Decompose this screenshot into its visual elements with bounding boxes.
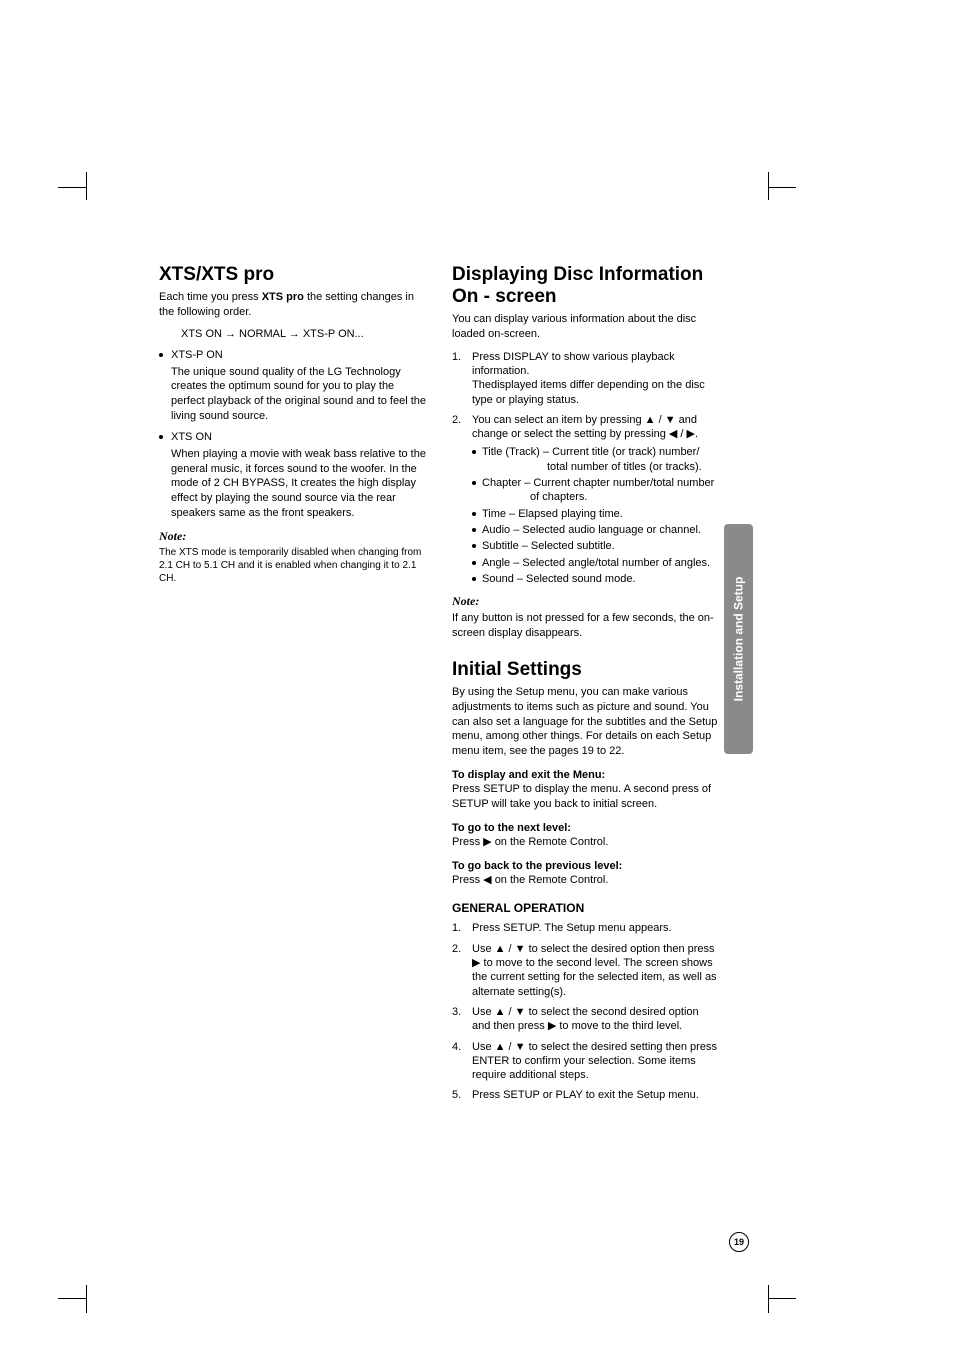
initial-settings-intro: By using the Setup menu, you can make va… bbox=[452, 685, 719, 759]
right-column: Displaying Disc Information On - screen … bbox=[452, 264, 719, 1109]
general-operation-head: GENERAL OPERATION bbox=[452, 901, 719, 915]
bullet-xts-on: XTS ON When playing a movie with weak ba… bbox=[159, 430, 426, 521]
xts-intro: Each time you press XTS pro the setting … bbox=[159, 290, 426, 320]
section-tab-label: Installation and Setup bbox=[732, 577, 746, 702]
menu-display-body: Press SETUP to display the menu. A secon… bbox=[452, 782, 719, 812]
gen-step-4: Use ▲ / ▼ to select the desired setting … bbox=[452, 1040, 719, 1083]
info-audio: Audio – Selected audio language or chann… bbox=[472, 523, 719, 537]
page-content: XTS/XTS pro Each time you press XTS pro … bbox=[159, 264, 719, 1109]
initial-settings-heading: Initial Settings bbox=[452, 659, 719, 681]
display-info-heading: Displaying Disc Information On - screen bbox=[452, 264, 719, 308]
info-subtitle: Subtitle – Selected subtitle. bbox=[472, 539, 719, 553]
display-info-steps: Press DISPLAY to show various playback i… bbox=[452, 350, 719, 586]
prev-level-body: Press ◀ on the Remote Control. bbox=[452, 873, 719, 888]
info-title: Title (Track) – Current title (or track)… bbox=[472, 445, 719, 474]
gen-step-2: Use ▲ / ▼ to select the desired option t… bbox=[452, 942, 719, 999]
info-chapter: Chapter – Current chapter number/total n… bbox=[472, 476, 719, 505]
note-body-2: If any button is not pressed for a few s… bbox=[452, 611, 719, 641]
bullet-xtsp-on: XTS-P ON The unique sound quality of the… bbox=[159, 348, 426, 424]
page-number: 19 bbox=[729, 1232, 749, 1252]
xts-heading: XTS/XTS pro bbox=[159, 264, 426, 286]
info-angle: Angle – Selected angle/total number of a… bbox=[472, 556, 719, 570]
section-tab: Installation and Setup bbox=[724, 524, 753, 754]
step-1: Press DISPLAY to show various playback i… bbox=[452, 350, 719, 407]
xts-bullet-list: XTS-P ON The unique sound quality of the… bbox=[159, 348, 426, 521]
display-info-intro: You can display various information abou… bbox=[452, 312, 719, 342]
gen-step-5: Press SETUP or PLAY to exit the Setup me… bbox=[452, 1088, 719, 1102]
left-column: XTS/XTS pro Each time you press XTS pro … bbox=[159, 264, 426, 1109]
note-heading-2: Note: bbox=[452, 594, 719, 609]
menu-display-head: To display and exit the Menu: bbox=[452, 769, 719, 781]
note-body: The XTS mode is temporarily disabled whe… bbox=[159, 546, 426, 585]
step-2: You can select an item by pressing ▲ / ▼… bbox=[452, 413, 719, 586]
gen-step-3: Use ▲ / ▼ to select the second desired o… bbox=[452, 1005, 719, 1034]
next-level-head: To go to the next level: bbox=[452, 822, 719, 834]
note-heading: Note: bbox=[159, 529, 426, 544]
next-level-body: Press ▶ on the Remote Control. bbox=[452, 835, 719, 850]
general-operation-steps: Press SETUP. The Setup menu appears. Use… bbox=[452, 921, 719, 1102]
info-time: Time – Elapsed playing time. bbox=[472, 507, 719, 521]
prev-level-head: To go back to the previous level: bbox=[452, 860, 719, 872]
gen-step-1: Press SETUP. The Setup menu appears. bbox=[452, 921, 719, 935]
info-items-list: Title (Track) – Current title (or track)… bbox=[472, 445, 719, 586]
info-sound: Sound – Selected sound mode. bbox=[472, 572, 719, 586]
xts-sequence: XTS ON → NORMAL → XTS-P ON... bbox=[181, 328, 426, 340]
